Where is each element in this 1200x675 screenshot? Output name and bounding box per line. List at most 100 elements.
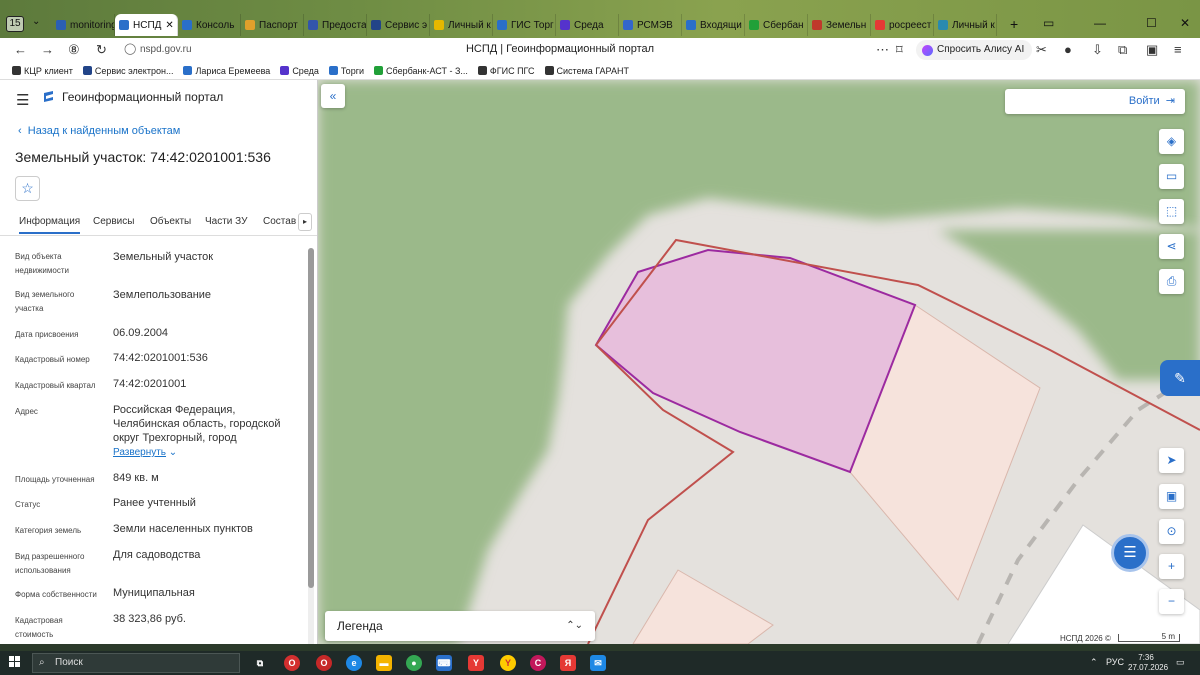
edge-icon[interactable]: e — [346, 655, 362, 671]
bookmark-icon[interactable]: ⌑ — [896, 42, 903, 58]
reload-icon[interactable]: ↻ — [96, 42, 107, 58]
login-button[interactable]: Войти ⇥ — [1005, 89, 1185, 114]
taskbar-search[interactable]: ⌕ Поиск — [32, 653, 240, 673]
tab-composition[interactable]: Состав — [263, 216, 296, 227]
windows-start-icon[interactable] — [9, 656, 21, 668]
browser-tab[interactable]: росреест — [871, 14, 934, 36]
extensions-icon[interactable]: ⧉ — [1118, 42, 1127, 58]
tab-objects[interactable]: Объекты — [150, 216, 191, 227]
yandex-icon[interactable]: Y — [500, 655, 516, 671]
tools-icon[interactable]: ✂ — [1036, 42, 1047, 58]
back-to-results-link[interactable]: ‹ Назад к найденным объектам — [18, 125, 180, 137]
property-label: Кадастровая стоимость — [15, 616, 63, 639]
print-icon[interactable]: ⎙ — [1159, 269, 1184, 294]
new-tab-plus-icon[interactable]: + — [1010, 16, 1018, 32]
bookmark-item[interactable]: Среда — [280, 66, 319, 76]
bookmark-item[interactable]: Сервис электрон... — [82, 66, 173, 76]
browser-tab[interactable]: Сервис э — [367, 14, 430, 36]
notifications-icon[interactable]: ▭ — [1176, 657, 1185, 668]
site-info-icon[interactable]: ◯ — [124, 42, 136, 55]
browser-tab[interactable]: Среда — [556, 14, 619, 36]
file-explorer-icon[interactable]: ▬ — [376, 655, 392, 671]
menu-icon[interactable]: ≡ — [1174, 42, 1182, 57]
opera-icon[interactable]: O — [284, 655, 300, 671]
bookmark-item[interactable]: Система ГАРАНТ — [544, 66, 629, 76]
tab-parcel-parts[interactable]: Части ЗУ — [205, 216, 247, 227]
ruler-icon[interactable]: ▭ — [1159, 164, 1184, 189]
collections-icon[interactable]: ▣ — [1146, 42, 1158, 58]
browser-tab[interactable]: Входящи — [682, 14, 745, 36]
tab-information[interactable]: Информация — [19, 216, 81, 234]
bookmark-item[interactable]: Лариса Еремеева — [183, 66, 270, 76]
legend-dropdown[interactable]: Легенда ⌃⌄ — [325, 611, 595, 641]
bookmark-item[interactable]: Торги — [328, 66, 364, 76]
browser-tab[interactable]: Паспорт — [241, 14, 304, 36]
yandex-app-icon[interactable]: Я — [560, 655, 576, 671]
task-view-icon[interactable]: ⧉ — [252, 655, 268, 671]
keyboard-language[interactable]: РУС — [1106, 657, 1124, 667]
teams-icon[interactable]: ⌨ — [436, 655, 452, 671]
map-view[interactable]: « Войти ⇥ ◈ ▭ ⬚ ⋖ ⎙ ✎ ➤ ▣ ⊙ + − ☰ Легенд… — [318, 80, 1200, 644]
tabs-overview-icon[interactable]: ▭ — [1043, 16, 1054, 30]
browser-tab[interactable]: Консоль — [178, 14, 241, 36]
tray-chevron-icon[interactable]: ⌃ — [1090, 657, 1098, 668]
tabs-scroll-right-button[interactable]: ▸ — [298, 213, 312, 231]
taskbar-clock[interactable]: 7:36 27.07.2026 — [1128, 653, 1168, 673]
chat-button[interactable]: ☰ — [1111, 534, 1149, 572]
zoom-in-button[interactable]: + — [1159, 554, 1184, 579]
back-arrow-icon[interactable]: ← — [14, 42, 27, 57]
map-canvas[interactable] — [318, 80, 1200, 644]
bookmark-item[interactable]: Сбербанк-АСТ - З... — [374, 66, 468, 76]
select-area-icon[interactable]: ⬚ — [1159, 199, 1184, 224]
panel-scrollbar[interactable] — [308, 248, 314, 644]
browser-tab[interactable]: Личный к — [430, 14, 493, 36]
browser-tab[interactable]: Личный к — [934, 14, 997, 36]
hamburger-menu-icon[interactable]: ☰ — [16, 91, 29, 109]
scrollbar-thumb[interactable] — [308, 248, 314, 588]
downloads-icon[interactable]: ⇩ — [1092, 42, 1103, 58]
browser-tab[interactable]: ГИС Торг — [493, 14, 556, 36]
geolocation-icon[interactable]: ➤ — [1159, 448, 1184, 473]
app-c-icon[interactable]: C — [530, 655, 546, 671]
yandex-logo-icon[interactable]: ⑧ — [68, 42, 80, 58]
feedback-badge-icon[interactable]: ✎ — [1160, 360, 1200, 396]
bookmark-item[interactable]: ФГИС ПГС — [477, 66, 535, 76]
minimize-icon[interactable]: — — [1094, 16, 1106, 30]
tab-services[interactable]: Сервисы — [93, 216, 134, 227]
tab-counter[interactable]: 15 — [6, 16, 24, 32]
profile-avatar-icon[interactable]: ● — [1064, 42, 1072, 57]
basemap-icon[interactable]: ▣ — [1159, 484, 1184, 509]
browser-tab[interactable]: Предоста — [304, 14, 367, 36]
search-location-icon[interactable]: ⊙ — [1159, 519, 1184, 544]
layers-icon[interactable]: ◈ — [1159, 129, 1184, 154]
tab-list-chevron-icon[interactable]: ⌄ — [32, 16, 40, 27]
url-field[interactable]: nspd.gov.ru — [140, 44, 192, 55]
browser-tab[interactable]: НСПД ✕ — [115, 14, 178, 36]
browser-tab[interactable]: Сбербан — [745, 14, 808, 36]
opera-gx-icon[interactable]: O — [316, 655, 332, 671]
collapse-panel-button[interactable]: « — [321, 84, 345, 108]
zoom-out-button[interactable]: − — [1159, 589, 1184, 614]
forward-arrow-icon[interactable]: → — [41, 42, 54, 57]
tab-label: Сбербан — [763, 19, 804, 31]
map-copyright[interactable]: НСПД 2026 © — [1060, 634, 1111, 643]
browser-tab[interactable]: monitoring — [52, 14, 115, 36]
browser-tab[interactable]: Земельн — [808, 14, 871, 36]
expand-address-link[interactable]: Развернуть ⌄ — [113, 447, 177, 458]
tab-label: Консоль — [196, 19, 235, 31]
browser-tab[interactable]: РСМЭВ — [619, 14, 682, 36]
mail-icon[interactable]: ✉ — [590, 655, 606, 671]
favorite-star-button[interactable]: ☆ — [15, 176, 40, 201]
login-label: Войти — [1128, 95, 1160, 107]
bookmark-item[interactable]: КЦР клиент — [12, 66, 73, 76]
chrome-icon[interactable]: ● — [406, 655, 422, 671]
bookmark-label: Среда — [292, 65, 319, 76]
yandex-browser-active-icon[interactable]: Y — [468, 655, 484, 671]
property-value: 849 кв. м — [113, 472, 159, 484]
maximize-icon[interactable]: ☐ — [1146, 16, 1157, 30]
more-dots-icon[interactable]: ⋯ — [876, 42, 889, 58]
ask-alice-button[interactable]: Спросить Алису AI — [916, 40, 1033, 60]
close-tab-icon[interactable]: ✕ — [165, 20, 173, 31]
share-icon[interactable]: ⋖ — [1159, 234, 1184, 259]
close-window-icon[interactable]: ✕ — [1180, 16, 1190, 30]
